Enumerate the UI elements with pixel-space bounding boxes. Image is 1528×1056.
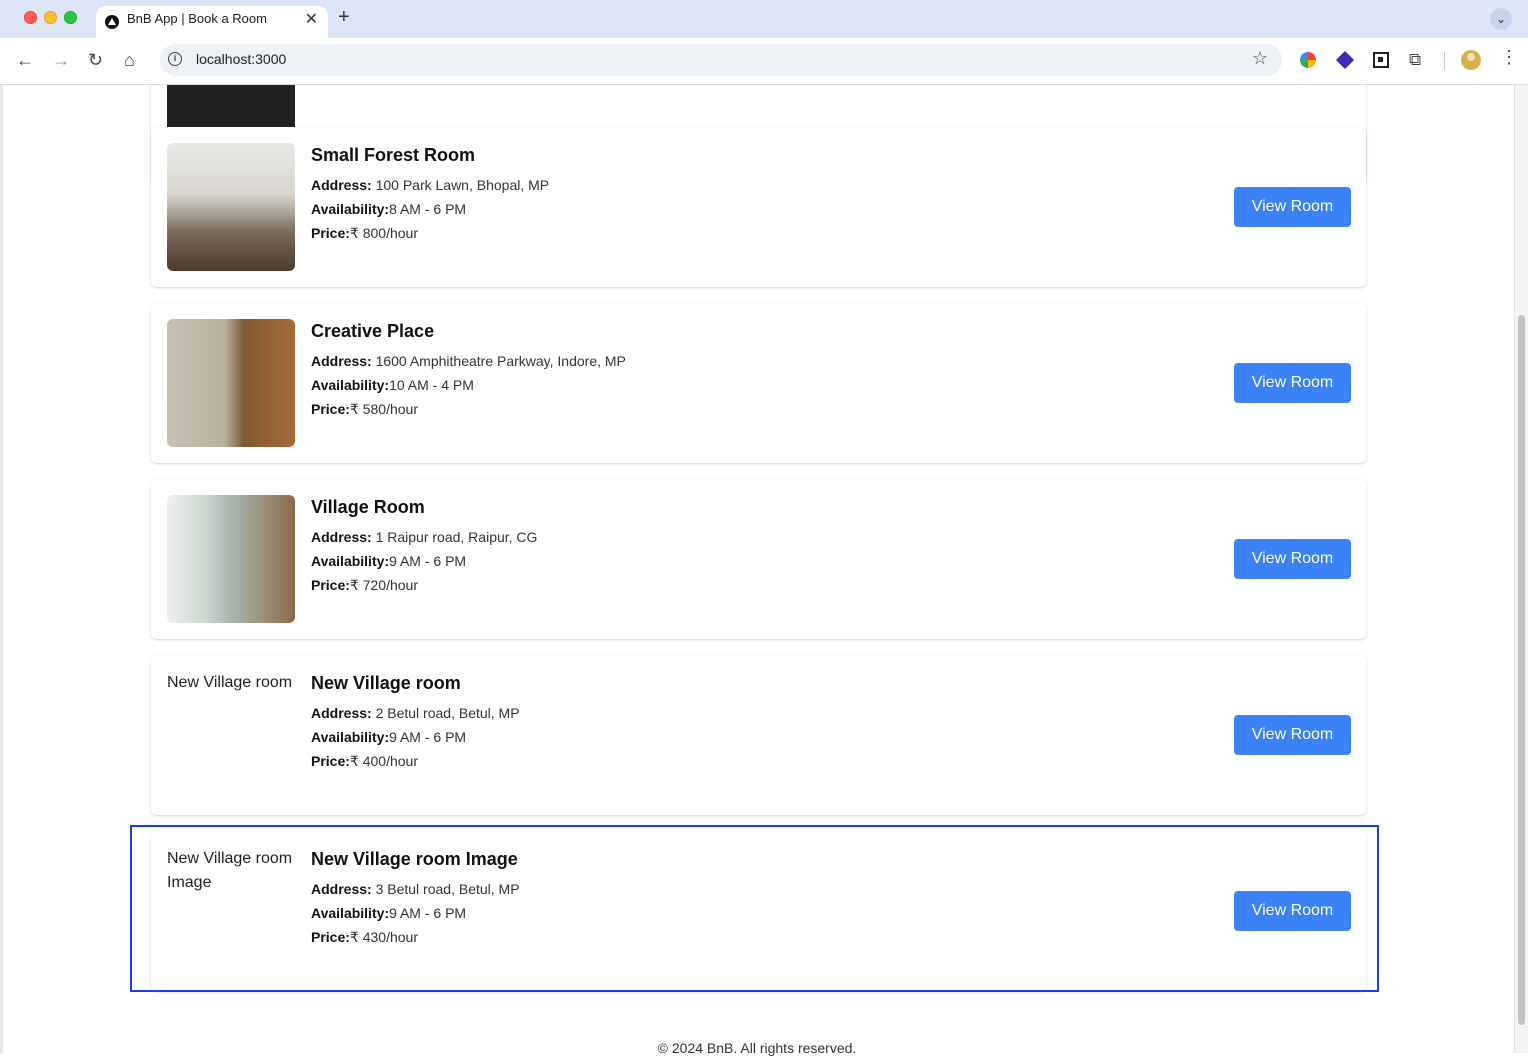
browser-tab-active[interactable]: BnB App | Book a Room ✕ [96,6,328,38]
room-price: Price:₹ 400/hour [311,753,418,769]
room-price: Price:₹ 580/hour [311,401,418,417]
room-title: New Village room [311,673,461,693]
tab-close-icon[interactable]: ✕ [305,9,318,29]
room-availability: Availability:10 AM - 4 PM [311,377,474,393]
address-bar[interactable]: i localhost:3000 ☆ [160,44,1282,76]
tab-search-icon[interactable]: ⌄ [1490,8,1512,30]
room-address: Address: 100 Park Lawn, Bhopal, MP [311,177,550,193]
room-card: Creative Place Address: 1600 Amphitheatr… [151,303,1366,463]
room-availability: Availability:9 AM - 6 PM [311,553,467,569]
room-title: Village Room [311,497,425,517]
room-card: Small Forest Room Address: 100 Park Lawn… [151,127,1366,287]
window-edge [0,85,3,1053]
selection-highlight-box [130,825,1379,992]
room-image [167,319,295,447]
room-availability: Availability:8 AM - 6 PM [311,201,467,217]
room-image [167,143,295,271]
home-icon[interactable]: ⌂ [124,50,135,71]
view-room-button[interactable]: View Room [1234,715,1351,755]
app-favicon-icon [105,15,119,29]
site-info-icon[interactable]: i [168,52,182,66]
minimize-window-button[interactable] [44,11,57,24]
new-tab-icon[interactable]: + [338,6,350,29]
view-room-button[interactable]: View Room [1234,363,1351,403]
close-window-button[interactable] [24,11,37,24]
room-address: Address: 2 Betul road, Betul, MP [311,705,520,721]
color-extension-icon[interactable] [1300,52,1316,68]
tab-title: BnB App | Book a Room [127,11,267,26]
toolbar-divider [1444,52,1445,70]
room-address: Address: 1 Raipur road, Raipur, CG [311,529,538,545]
extensions-puzzle-icon[interactable]: ⧉ [1409,50,1421,70]
room-address: Address: 1600 Amphitheatre Parkway, Indo… [311,353,626,369]
room-availability: Availability:9 AM - 6 PM [311,729,467,745]
maximize-window-button[interactable] [64,11,77,24]
vertical-scrollbar[interactable] [1514,85,1528,1053]
room-card: Village Room Address: 1 Raipur road, Rai… [151,479,1366,639]
room-title: Small Forest Room [311,145,476,165]
view-room-button[interactable]: View Room [1234,539,1351,579]
room-price: Price:₹ 800/hour [311,225,418,241]
browser-tab-bar: BnB App | Book a Room ✕ + ⌄ [0,0,1528,38]
view-room-button[interactable]: View Room [1234,187,1351,227]
back-arrow-icon[interactable]: ← [16,50,34,71]
frame-extension-icon[interactable] [1373,52,1389,68]
room-image [167,495,295,623]
reload-icon[interactable]: ↻ [88,50,103,71]
browser-toolbar: ← → ↻ ⌂ i localhost:3000 ☆ ⧉ ⋮ [0,38,1528,85]
browser-menu-icon[interactable]: ⋮ [1500,47,1518,68]
profile-avatar[interactable] [1461,50,1481,70]
bookmark-star-icon[interactable]: ☆ [1252,48,1268,69]
room-card: New Village room New Village room Addres… [151,655,1366,815]
diamond-extension-icon[interactable] [1335,50,1355,70]
room-price: Price:₹ 720/hour [311,577,418,593]
url-text[interactable]: localhost:3000 [196,51,286,67]
room-image-alt-text: New Village room [167,674,293,691]
forward-arrow-icon[interactable]: → [52,50,70,71]
scrollbar-thumb[interactable] [1518,315,1525,1025]
room-title: Creative Place [311,321,435,341]
footer-copyright: © 2024 BnB. All rights reserved. [657,1040,857,1056]
